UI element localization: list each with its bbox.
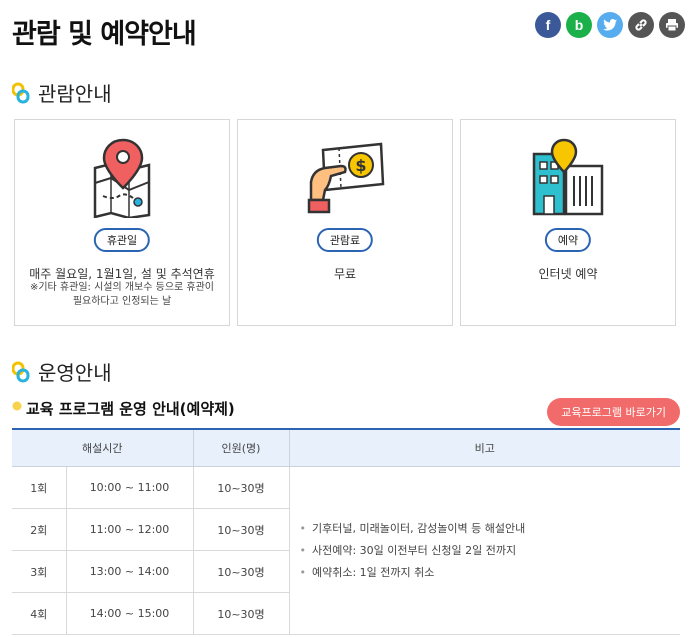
session-number: 3회 bbox=[12, 550, 66, 593]
section-header-visit: 관람안내 bbox=[12, 78, 112, 107]
print-icon[interactable] bbox=[659, 12, 685, 38]
header-people: 인원(명) bbox=[192, 428, 289, 467]
blog-icon[interactable]: b bbox=[566, 12, 592, 38]
admission-fee-badge: 관람료 bbox=[316, 228, 374, 252]
session-capacity: 10~30명 bbox=[192, 592, 289, 635]
session-time: 14:00 ~ 15:00 bbox=[65, 592, 193, 635]
session-capacity: 10~30명 bbox=[192, 508, 289, 551]
session-time: 10:00 ~ 11:00 bbox=[65, 466, 193, 509]
building-pin-icon bbox=[532, 138, 604, 216]
session-time: 13:00 ~ 14:00 bbox=[65, 550, 193, 593]
session-time: 11:00 ~ 12:00 bbox=[65, 508, 193, 551]
chain-link-icon bbox=[12, 361, 30, 382]
note-item: 기후터널, 미래놀이터, 감성놀이벽 등 해설안내 bbox=[300, 518, 680, 540]
closed-days-badge: 휴관일 bbox=[93, 228, 151, 252]
session-number: 1회 bbox=[12, 466, 66, 509]
reservation-badge: 예약 bbox=[544, 228, 592, 252]
session-capacity: 10~30명 bbox=[192, 466, 289, 509]
link-icon[interactable] bbox=[628, 12, 654, 38]
note-item: 예약취소: 1일 전까지 취소 bbox=[300, 562, 680, 584]
reservation-text: 인터넷 예약 bbox=[538, 267, 598, 281]
note-item: 사전예약: 30일 이전부터 신청일 2일 전까지 bbox=[300, 540, 680, 562]
chain-link-icon bbox=[12, 82, 30, 103]
session-number: 4회 bbox=[12, 592, 66, 635]
ticket-hand-icon: $ bbox=[307, 142, 385, 214]
program-link-button[interactable]: 교육프로그램 바로가기 bbox=[547, 398, 680, 426]
header-time: 해설시간 bbox=[12, 428, 193, 467]
facebook-icon[interactable]: f bbox=[535, 12, 561, 38]
page-title: 관람 및 예약안내 bbox=[12, 19, 197, 50]
program-title: 교육 프로그램 운영 안내(예약제) bbox=[26, 400, 235, 418]
svg-text:$: $ bbox=[355, 156, 366, 175]
visit-info-cards: 휴관일 매주 월요일, 1월1일, 설 및 추석연휴 ※기타 휴관일: 시설의 … bbox=[14, 119, 676, 326]
section-header-operation: 운영안내 bbox=[12, 357, 112, 386]
program-subtitle: 교육 프로그램 운영 안내(예약제) bbox=[12, 398, 235, 419]
admission-fee-card: $ 관람료 무료 bbox=[237, 119, 453, 326]
session-number: 2회 bbox=[12, 508, 66, 551]
closed-days-card: 휴관일 매주 월요일, 1월1일, 설 및 추석연휴 ※기타 휴관일: 시설의 … bbox=[14, 119, 230, 326]
reservation-card: 예약 인터넷 예약 bbox=[460, 119, 676, 326]
program-table: 해설시간 인원(명) 비고 1회 10:00 ~ 11:00 10~30명 기후… bbox=[12, 428, 680, 635]
section-title: 관람안내 bbox=[38, 82, 112, 106]
notes-cell: 기후터널, 미래놀이터, 감성놀이벽 등 해설안내 사전예약: 30일 이전부터… bbox=[288, 466, 680, 635]
twitter-icon[interactable] bbox=[597, 12, 623, 38]
closed-days-note: ※기타 휴관일: 시설의 개보수 등으로 휴관이 필요하다고 인정되는 날 bbox=[29, 282, 215, 307]
admission-fee-text: 무료 bbox=[333, 267, 357, 281]
table-row: 1회 10:00 ~ 11:00 10~30명 기후터널, 미래놀이터, 감성놀… bbox=[12, 466, 680, 635]
dot-bullet-icon bbox=[12, 401, 22, 410]
closed-days-text: 매주 월요일, 1월1일, 설 및 추석연휴 bbox=[29, 267, 215, 281]
session-capacity: 10~30명 bbox=[192, 550, 289, 593]
header-notes: 비고 bbox=[288, 428, 680, 467]
section-title: 운영안내 bbox=[38, 361, 112, 385]
share-bar: f b bbox=[535, 12, 685, 38]
map-pin-icon bbox=[93, 138, 151, 218]
